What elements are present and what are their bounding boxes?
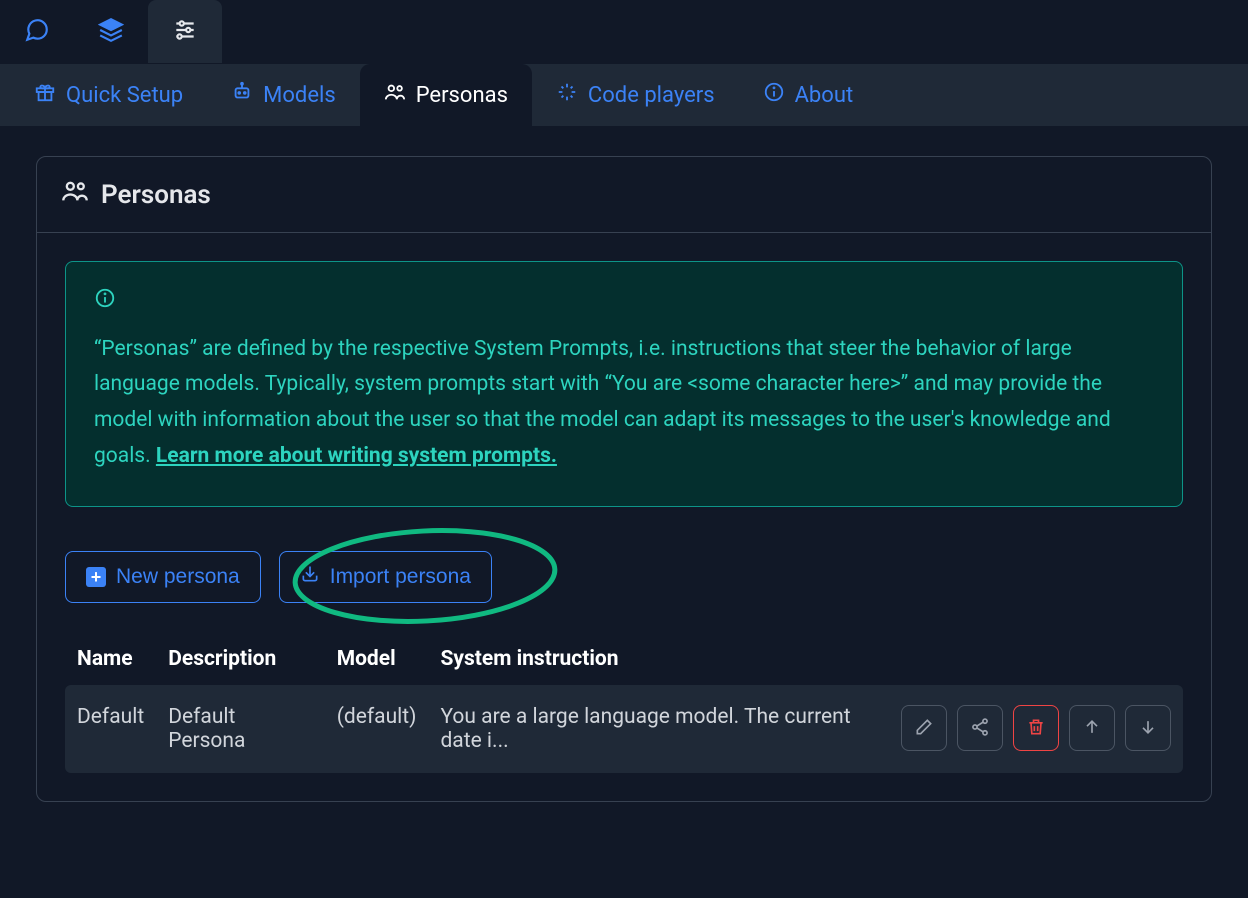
delete-button[interactable] (1013, 705, 1059, 751)
tab-label: About (795, 83, 854, 108)
personas-panel: Personas “Personas” are defined by the r… (36, 156, 1212, 802)
tab-models[interactable]: Models (207, 64, 360, 126)
cell-name: Default (65, 685, 156, 773)
row-actions (901, 705, 1171, 751)
panel-title: Personas (101, 180, 211, 210)
personas-icon (61, 177, 89, 212)
info-icon (763, 81, 785, 109)
button-label: Import persona (330, 565, 471, 589)
col-name: Name (65, 633, 156, 685)
arrow-up-icon (1082, 717, 1102, 740)
info-icon (94, 286, 1154, 322)
pencil-icon (914, 717, 934, 740)
info-link[interactable]: Learn more about writing system prompts. (156, 444, 557, 468)
move-up-button[interactable] (1069, 705, 1115, 751)
col-model: Model (325, 633, 429, 685)
sliders-icon (172, 17, 198, 47)
plus-icon: + (86, 567, 106, 587)
share-button[interactable] (957, 705, 1003, 751)
tab-quick-setup[interactable]: Quick Setup (10, 64, 207, 126)
action-buttons: + New persona Import persona (65, 551, 1183, 603)
tab-code-players[interactable]: Code players (532, 64, 739, 126)
import-persona-button[interactable]: Import persona (279, 551, 492, 603)
personas-icon (384, 81, 406, 109)
gift-icon (34, 81, 56, 109)
tab-label: Personas (416, 83, 508, 108)
settings-nav: Quick Setup Models Personas Code players… (0, 64, 1248, 126)
tab-label: Quick Setup (66, 83, 183, 108)
cell-desc: Default Persona (156, 685, 324, 773)
personas-table: Name Description Model System instructio… (65, 633, 1183, 773)
import-icon (300, 564, 320, 590)
sparkle-icon (556, 81, 578, 109)
col-system: System instruction (428, 633, 889, 685)
top-tab-settings[interactable] (148, 0, 222, 63)
tab-label: Code players (588, 83, 715, 108)
top-tab-layers[interactable] (74, 0, 148, 63)
tab-about[interactable]: About (739, 64, 878, 126)
chat-icon (24, 17, 50, 47)
info-box: “Personas” are defined by the respective… (65, 261, 1183, 507)
robot-icon (231, 81, 253, 109)
col-desc: Description (156, 633, 324, 685)
tab-personas[interactable]: Personas (360, 64, 532, 126)
table-row: Default Default Persona (default) You ar… (65, 685, 1183, 773)
move-down-button[interactable] (1125, 705, 1171, 751)
arrow-down-icon (1138, 717, 1158, 740)
cell-system: You are a large language model. The curr… (428, 685, 889, 773)
trash-icon (1026, 717, 1046, 740)
tab-label: Models (263, 83, 336, 108)
panel-header: Personas (37, 157, 1211, 233)
button-label: New persona (116, 565, 240, 589)
new-persona-button[interactable]: + New persona (65, 551, 261, 603)
share-icon (970, 717, 990, 740)
top-toolbar (0, 0, 1248, 64)
edit-button[interactable] (901, 705, 947, 751)
layers-icon (98, 17, 124, 47)
cell-model: (default) (325, 685, 429, 773)
top-tab-chat[interactable] (0, 0, 74, 63)
